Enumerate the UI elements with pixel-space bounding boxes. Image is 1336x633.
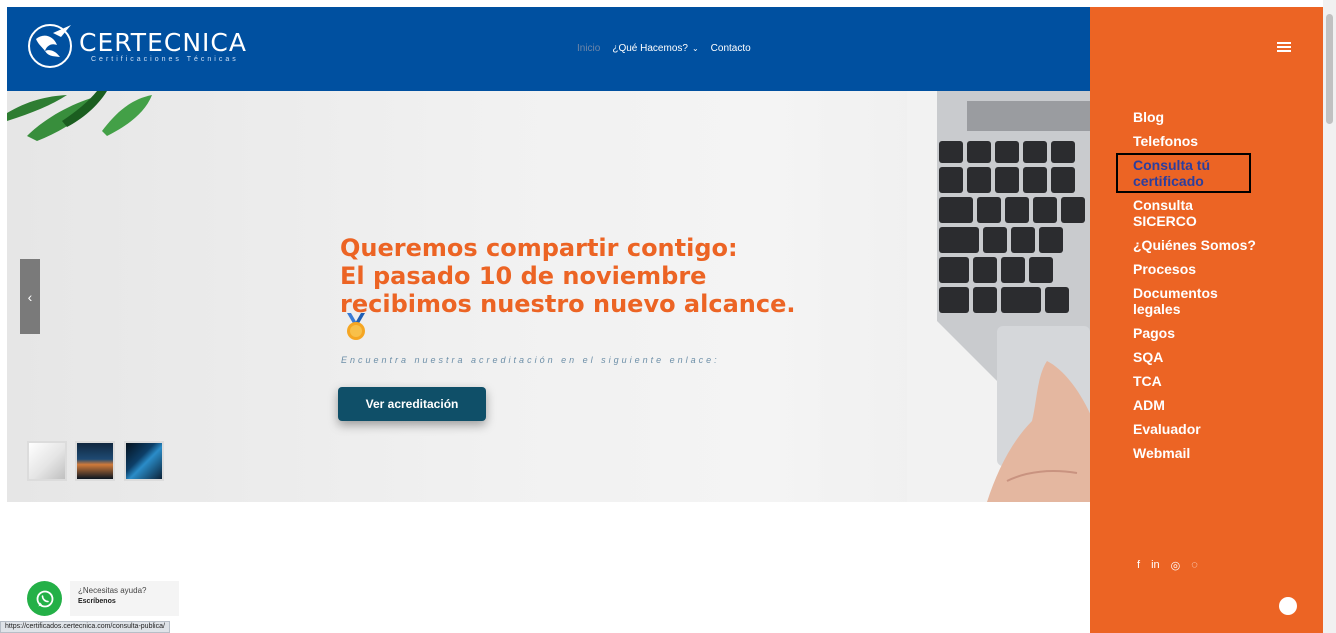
hero-slider: Queremos compartir contigo: El pasado 10… (7, 91, 1090, 502)
whatsapp-icon[interactable]: ◌ (1191, 559, 1198, 572)
whatsapp-cta: Escríbenos (78, 598, 116, 605)
whatsapp-widget[interactable]: ¿Necesitas ayuda? Escríbenos (27, 581, 179, 616)
slider-prev-button[interactable]: ‹ (20, 259, 40, 334)
menu-item-consulta-sicerco[interactable]: Consulta SICERCO (1133, 197, 1228, 229)
logo-tagline: Certificaciones Técnicas (91, 55, 239, 63)
side-menu: Blog Telefonos Consulta tú certificado C… (1116, 109, 1293, 469)
whatsapp-button[interactable] (27, 581, 62, 616)
logo-text: CERTECNICA Certificaciones Técnicas (79, 27, 247, 63)
hero-title-line: El pasado 10 de noviembre (340, 262, 707, 290)
hero-title-line: recibimos nuestro nuevo alcance. (340, 290, 796, 318)
menu-item-tca[interactable]: TCA (1133, 373, 1293, 389)
hero-title: Queremos compartir contigo: El pasado 10… (340, 234, 860, 318)
menu-item-pagos[interactable]: Pagos (1133, 325, 1293, 341)
plant-leaves-image (7, 91, 152, 141)
side-menu-panel: Blog Telefonos Consulta tú certificado C… (1090, 7, 1323, 633)
menu-item-procesos[interactable]: Procesos (1133, 261, 1293, 277)
scrollbar-thumb[interactable] (1326, 14, 1333, 124)
hamburger-menu-icon[interactable] (1277, 42, 1291, 52)
page-scrollbar[interactable] (1323, 0, 1336, 633)
main-nav: Inicio ¿Qué Hacemos? ⌄ Contacto (577, 43, 751, 54)
ver-acreditacion-button[interactable]: Ver acreditación (338, 387, 486, 421)
whatsapp-icon (36, 590, 53, 607)
eagle-logo-icon (28, 24, 72, 68)
menu-item-documentos-legales[interactable]: Documentos legales (1133, 285, 1253, 317)
chat-bubble-icon[interactable] (1279, 597, 1297, 615)
hero-subtitle: Encuentra nuestra acreditación en el sig… (341, 355, 720, 365)
slide-thumbnail-3[interactable] (124, 441, 164, 481)
menu-item-blog[interactable]: Blog (1133, 109, 1293, 125)
hero-title-line: Queremos compartir contigo: (340, 234, 738, 262)
menu-item-quienes-somos[interactable]: ¿Quiénes Somos? (1133, 237, 1293, 253)
hand-image (987, 361, 1090, 502)
menu-item-telefonos[interactable]: Telefonos (1133, 133, 1293, 149)
whatsapp-card[interactable]: ¿Necesitas ayuda? Escríbenos (70, 581, 179, 616)
logo-brand: CERTECNICA (79, 27, 247, 57)
linkedin-icon[interactable]: in (1151, 559, 1160, 572)
nav-item-que-hacemos-label: ¿Qué Hacemos? (612, 43, 688, 54)
menu-item-consulta-certificado[interactable]: Consulta tú certificado (1116, 153, 1251, 193)
menu-item-evaluador[interactable]: Evaluador (1133, 421, 1293, 437)
social-links: f in ◎ ◌ (1137, 559, 1198, 572)
slide-thumbnail-1[interactable] (27, 441, 67, 481)
instagram-icon[interactable]: ◎ (1171, 559, 1181, 572)
nav-item-contacto[interactable]: Contacto (711, 43, 751, 54)
logo[interactable]: CERTECNICA Certificaciones Técnicas (27, 23, 247, 69)
chevron-down-icon: ⌄ (691, 44, 699, 53)
menu-item-sqa[interactable]: SQA (1133, 349, 1293, 365)
medal-icon (347, 313, 365, 340)
slide-thumbnail-2[interactable] (75, 441, 115, 481)
site-header: CERTECNICA Certificaciones Técnicas Inic… (7, 7, 1090, 91)
chevron-left-icon: ‹ (27, 288, 33, 305)
page: CERTECNICA Certificaciones Técnicas Inic… (0, 0, 1336, 633)
facebook-icon[interactable]: f (1137, 559, 1140, 572)
nav-item-inicio[interactable]: Inicio (577, 43, 600, 54)
nav-item-que-hacemos[interactable]: ¿Qué Hacemos? ⌄ (612, 43, 698, 54)
menu-item-adm[interactable]: ADM (1133, 397, 1293, 413)
whatsapp-question: ¿Necesitas ayuda? (78, 586, 147, 595)
menu-item-webmail[interactable]: Webmail (1133, 445, 1293, 461)
status-bar-url: https://certificados.certecnica.com/cons… (0, 621, 170, 633)
